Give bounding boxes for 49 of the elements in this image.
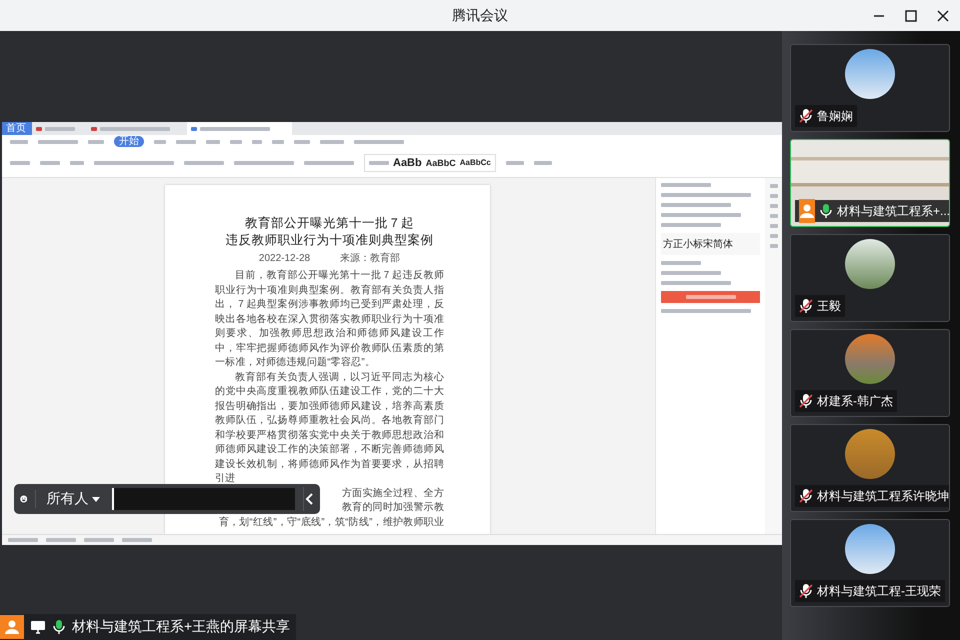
avatar-placeholder xyxy=(845,334,895,384)
person-icon xyxy=(799,203,815,219)
participant-tile[interactable]: 鲁娴娴 xyxy=(790,44,950,132)
collapse-button[interactable] xyxy=(303,487,314,511)
participant-name: 材建系-韩广杰 xyxy=(817,392,893,410)
avatar-placeholder xyxy=(845,239,895,289)
muted-mic-icon xyxy=(799,393,813,409)
participant-name: 鲁娴娴 xyxy=(817,108,853,124)
avatar-placeholder xyxy=(845,524,895,574)
participant-tile[interactable]: 材料与建筑工程系许晓坤 xyxy=(790,424,950,512)
participant-name: 材料与建筑工程系许晓坤 xyxy=(817,488,949,504)
chevron-left-icon xyxy=(305,493,314,505)
document-title: 教育部公开曝光第十一批７起 xyxy=(244,215,415,232)
font-name[interactable]: 方正小标宋简体 xyxy=(661,233,760,255)
ribbon-tab[interactable]: 开始 xyxy=(114,136,144,147)
muted-mic-icon xyxy=(799,108,813,124)
caret-icon xyxy=(92,496,100,502)
document-paragraph: 教育部有关负责人强调，以习近平同志为核心的党中央高度重视教师队伍建设工作，党的二十大报告明确指出，要加强师德师风建设，培养高素质教师队伍，弘扬尊师重教社会风尚。各地教育部门和学校要严格贯彻落实党中央关于教师思想政治和师德师风建设工作的决策部署，不断完善师德师风建设长效机制，将师德师风作为首要要求，从招聘引进 xyxy=(215,370,444,486)
participant-tile[interactable]: 材料与建筑工程-王现荣 xyxy=(790,519,950,607)
maximize-icon xyxy=(905,10,917,22)
participant-tile[interactable]: 材料与建筑工程系+... xyxy=(790,139,950,227)
style-gallery[interactable]: AaBb AaBbC AaBbCc xyxy=(364,154,496,172)
document-line: 方面实施全过程、全方 xyxy=(342,486,444,500)
document-source: 来源：教育部 xyxy=(340,252,400,266)
participant-name: 材料与建筑工程-王现荣 xyxy=(817,582,941,600)
chat-input[interactable] xyxy=(112,488,296,510)
screen-share-icon xyxy=(30,620,46,634)
window-title: 腾讯会议 xyxy=(452,6,508,24)
avatar-placeholder xyxy=(845,49,895,99)
participant-tile[interactable]: 王毅 xyxy=(790,234,950,322)
muted-mic-icon xyxy=(799,298,813,314)
recipient-dropdown[interactable]: 所有人 xyxy=(35,490,104,508)
muted-mic-icon xyxy=(799,488,813,504)
mic-icon xyxy=(52,619,66,635)
share-label: 材料与建筑工程系+王燕的屏幕共享 xyxy=(72,618,290,636)
participant-name: 王毅 xyxy=(817,298,841,314)
close-icon xyxy=(937,10,949,22)
person-icon xyxy=(4,619,20,635)
participant-tile[interactable]: 材建系-韩广杰 xyxy=(790,329,950,417)
document-line: 育，划“红线”，守“底线”，筑“防线”，维护教师职业 xyxy=(218,516,444,530)
muted-mic-icon xyxy=(799,583,813,599)
document-title: 违反教师职业行为十项准则典型案例 xyxy=(224,232,434,249)
document-tab[interactable]: 首页 xyxy=(2,122,32,135)
participant-name: 材料与建筑工程系+... xyxy=(837,202,949,220)
document-date: 2022-12-28 xyxy=(258,252,310,266)
document-line: 教育的同时加强警示教 xyxy=(342,501,444,515)
mic-icon xyxy=(819,203,833,219)
avatar-placeholder xyxy=(845,429,895,479)
document-paragraph: 目前，教育部公开曝光第十一批７起违反教师职业行为十项准则典型案例。教育部有关负责人指出，７起典型案例涉事教师均已受到严肃处理，反映出各地各校在深入贯彻落实教师职业行为十项准则要求、加强教师思想政治和师德师风建设工作中，牢牢把握师德师风作为评价教师队伍素质的第一标准，对师德违规问题“零容忍”。 xyxy=(215,269,444,370)
